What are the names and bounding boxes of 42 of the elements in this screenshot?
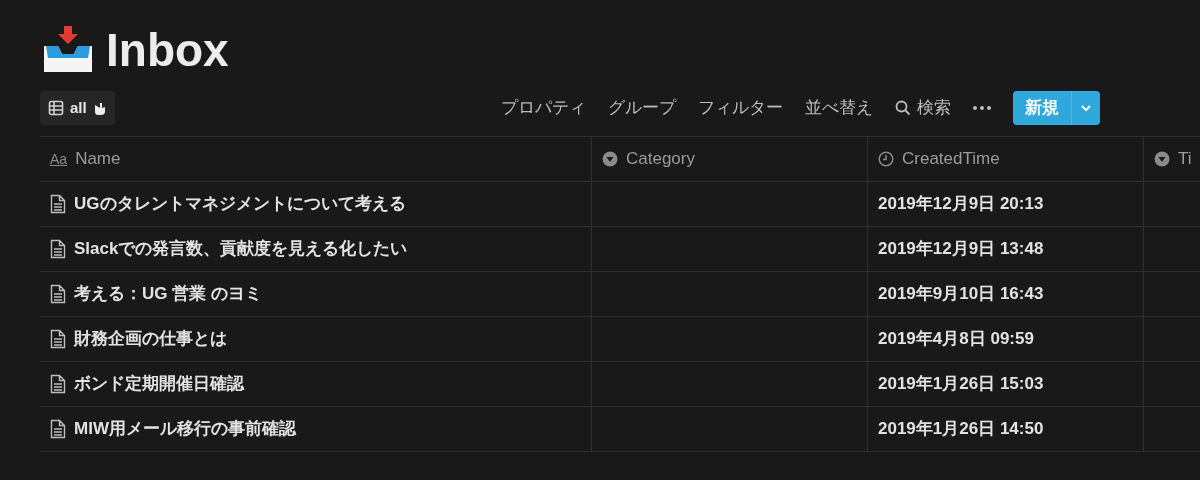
clock-icon — [878, 151, 894, 167]
inbox-tray-icon — [42, 26, 94, 74]
document-icon — [50, 329, 66, 349]
pointing-hand-icon — [92, 101, 107, 115]
page-name[interactable]: ボンド定期開催日確認 — [74, 371, 244, 397]
column-label: CreatedTime — [902, 148, 1000, 171]
page-name[interactable]: Slackでの発言数、貢献度を見える化したい — [74, 236, 408, 262]
select-property-icon — [1154, 151, 1170, 167]
created-time: 2019年12月9日 20:13 — [878, 193, 1044, 216]
select-property-icon — [602, 151, 618, 167]
document-icon — [50, 239, 66, 259]
created-time: 2019年12月9日 13:48 — [878, 238, 1044, 261]
column-label: Name — [75, 148, 121, 171]
toolbar-button[interactable]: 並べ替え — [805, 95, 873, 121]
column-label: Ti — [1178, 148, 1192, 171]
page-name[interactable]: 考える：UG 営業 のヨミ — [74, 281, 262, 307]
page-title: Inbox — [106, 27, 229, 73]
toolbar-button[interactable]: フィルター — [698, 95, 783, 121]
column-header[interactable]: Aa Name — [40, 137, 592, 181]
created-time: 2019年1月26日 14:50 — [878, 418, 1044, 441]
document-icon — [50, 419, 66, 439]
column-header[interactable]: CreatedTime — [868, 137, 1144, 181]
column-label: Category — [626, 148, 695, 171]
column-header[interactable]: Ti — [1144, 137, 1200, 181]
created-time: 2019年4月8日 09:59 — [878, 328, 1034, 351]
view-selector[interactable]: all — [40, 90, 115, 126]
page-name[interactable]: UGのタレントマネジメントについて考える — [74, 191, 406, 217]
created-time: 2019年9月10日 16:43 — [878, 283, 1044, 306]
table-icon — [48, 100, 64, 116]
document-icon — [50, 374, 66, 394]
text-property-icon: Aa — [50, 148, 68, 170]
toolbar-button[interactable]: グループ — [608, 95, 676, 121]
document-icon — [50, 284, 66, 304]
chevron-down-icon — [1080, 102, 1092, 114]
search-button[interactable]: 検索 — [895, 95, 951, 121]
document-icon — [50, 194, 66, 214]
search-icon — [895, 100, 911, 116]
page-name[interactable]: MIW用メール移行の事前確認 — [74, 416, 296, 442]
toolbar-button[interactable]: プロパティ — [501, 95, 586, 121]
created-time: 2019年1月26日 15:03 — [878, 373, 1044, 396]
column-header[interactable]: Category — [592, 137, 868, 181]
page-name[interactable]: 財務企画の仕事とは — [74, 326, 227, 352]
